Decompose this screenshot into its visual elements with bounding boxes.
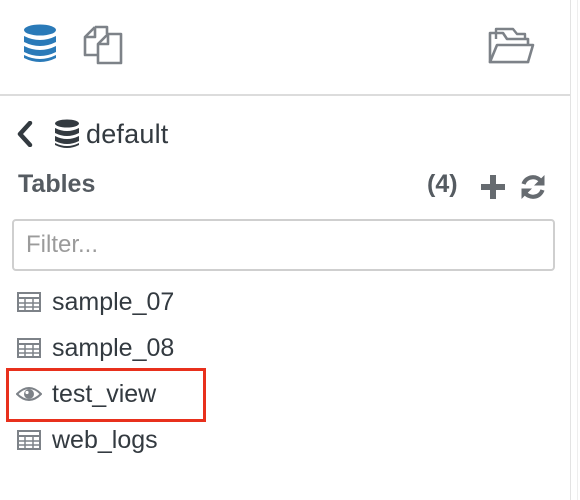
chevron-left-icon[interactable] [12, 114, 38, 154]
assist-panel: default Tables (4) Filter... sample_07 s… [0, 0, 570, 500]
table-icon [16, 291, 42, 313]
table-name: test_view [52, 379, 157, 408]
table-icon [16, 337, 42, 359]
assist-toolbar [0, 0, 570, 96]
table-name: sample_08 [52, 333, 175, 362]
database-icon[interactable] [22, 24, 58, 64]
eye-icon [16, 383, 42, 405]
table-list: sample_07 sample_08 test_view web_logs [0, 279, 570, 463]
breadcrumb: default [12, 114, 168, 154]
table-count: (4) [427, 170, 458, 198]
table-item-sample-07[interactable]: sample_07 [0, 279, 570, 325]
refresh-icon[interactable] [519, 173, 547, 201]
section-title: Tables [18, 170, 96, 198]
table-item-web-logs[interactable]: web_logs [0, 417, 570, 463]
table-item-sample-08[interactable]: sample_08 [0, 325, 570, 371]
database-icon [54, 119, 80, 149]
database-name[interactable]: default [86, 119, 168, 150]
table-icon [16, 429, 42, 451]
filter-input[interactable] [12, 219, 555, 271]
table-name: web_logs [52, 425, 158, 454]
table-item-test-view[interactable]: test_view [0, 371, 570, 417]
table-name: sample_07 [52, 287, 175, 316]
plus-icon[interactable] [480, 174, 506, 200]
copy-icon[interactable] [82, 25, 124, 65]
folder-open-icon[interactable] [487, 25, 535, 65]
divider-line [577, 0, 578, 500]
panel-divider[interactable] [570, 0, 580, 500]
